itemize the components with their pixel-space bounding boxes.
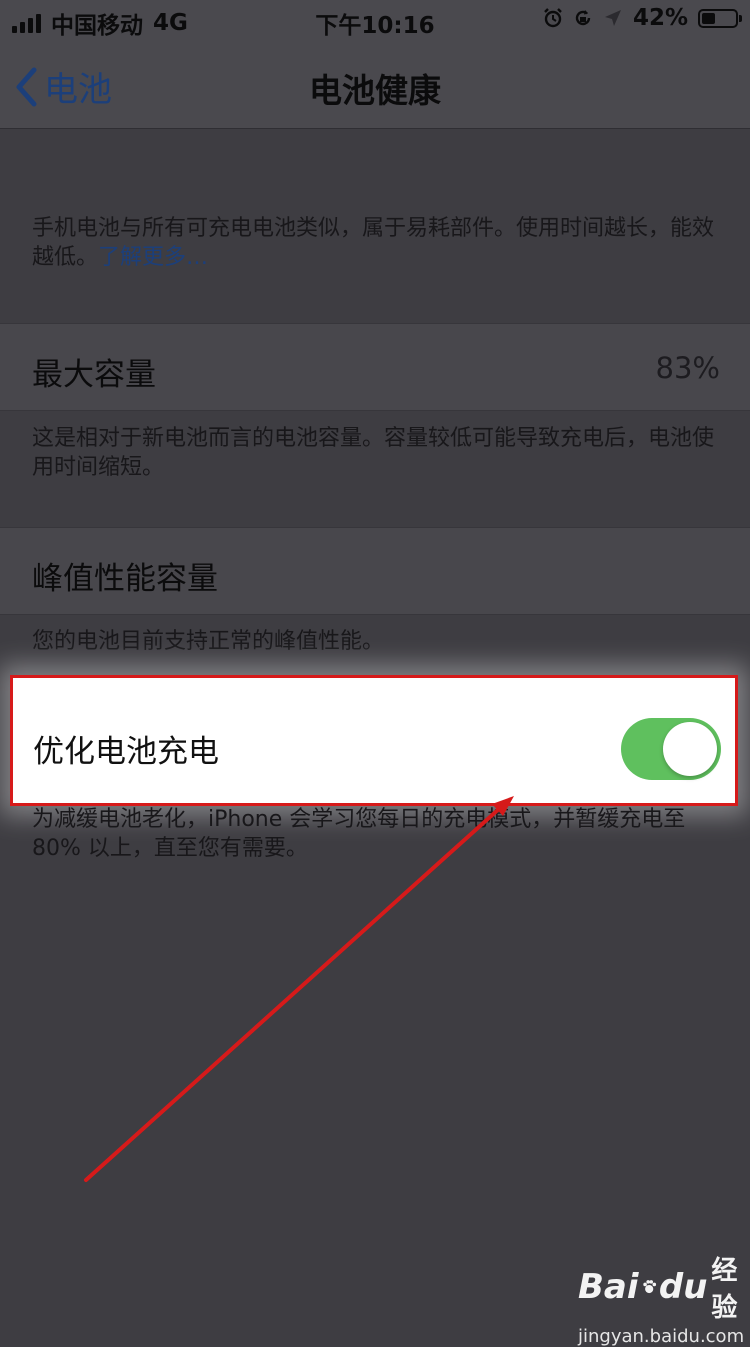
logo-text-left: Bai <box>578 1267 639 1307</box>
logo-text-right: du <box>658 1267 708 1307</box>
baidu-watermark: Bai du 经验 jingyan.baidu.com <box>578 1250 745 1347</box>
logo-text-cn: 经验 <box>711 1256 738 1323</box>
watermark-url: jingyan.baidu.com <box>578 1326 745 1347</box>
baidu-logo: Bai du 经验 <box>578 1250 738 1324</box>
annotation-arrow <box>84 796 514 1182</box>
paw-icon <box>642 1280 656 1294</box>
